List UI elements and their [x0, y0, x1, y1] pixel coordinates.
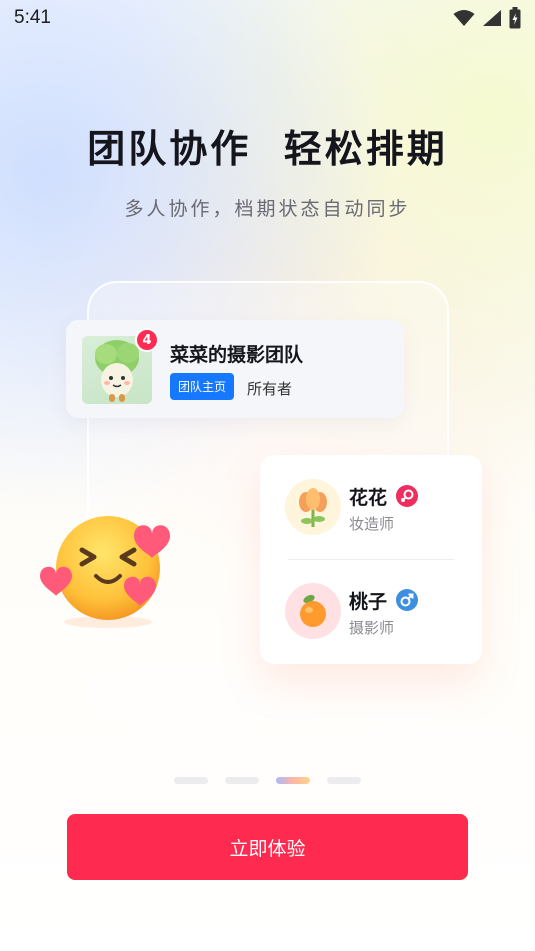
member-role: 妆造师: [349, 515, 395, 533]
wifi-icon: [453, 10, 475, 26]
page-title: 团队协作 轻松排期: [87, 127, 448, 171]
flower-icon: [285, 479, 341, 535]
page-indicator: [0, 777, 535, 785]
smiling-face-with-hearts-icon: [38, 510, 178, 630]
notification-badge: 4: [135, 328, 159, 352]
team-role-label: 所有者: [247, 380, 293, 398]
male-icon: [396, 589, 418, 611]
status-bar: 5:41: [0, 0, 535, 36]
page-dot: [225, 777, 259, 784]
status-icons: [453, 7, 521, 29]
peach-icon: [285, 583, 341, 639]
try-now-button[interactable]: 立即体验: [67, 814, 468, 880]
member-role: 摄影师: [349, 619, 395, 637]
member-name: 花花: [349, 487, 388, 509]
members-card: 花花 妆造师 桃子 摄影师: [260, 455, 482, 664]
battery-icon: [509, 7, 521, 29]
page-subtitle: 多人协作，档期状态自动同步: [124, 198, 411, 220]
status-time: 5:41: [14, 7, 51, 28]
team-name: 菜菜的摄影团队: [170, 344, 304, 366]
member-name: 桃子: [349, 591, 388, 613]
member-item: 桃子 摄影师: [260, 559, 482, 663]
signal-icon: [483, 10, 501, 26]
member-item: 花花 妆造师: [260, 455, 482, 559]
female-icon: [396, 485, 418, 507]
team-home-tag[interactable]: 团队主页: [170, 373, 235, 400]
team-card: 菜菜的摄影团队 团队主页 所有者: [66, 320, 404, 418]
page-dot: [174, 777, 208, 784]
page-dot: [327, 777, 361, 784]
page-dot-active: [276, 777, 310, 784]
